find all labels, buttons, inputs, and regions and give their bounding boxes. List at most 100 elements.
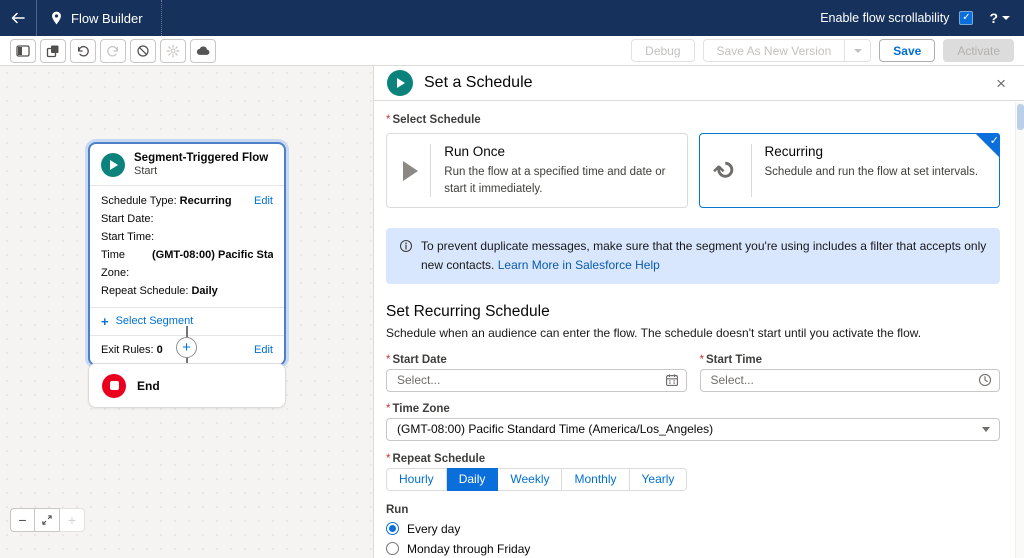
- close-icon[interactable]: ×: [992, 73, 1010, 94]
- start-time-field: *Start Time: [700, 354, 1001, 392]
- zoom-fit-button[interactable]: [35, 508, 60, 532]
- gear-icon: [166, 44, 180, 58]
- zoom-out-button[interactable]: −: [10, 508, 35, 532]
- recurring-description: Schedule and run the flow at set interva…: [765, 164, 979, 181]
- recurring-card[interactable]: ✓ ↻ Recurring Schedule and run the flow …: [699, 133, 1001, 208]
- time-zone-label: Time Zone:: [101, 246, 149, 282]
- edit-exit-rules-link[interactable]: Edit: [254, 342, 273, 358]
- save-button[interactable]: Save: [879, 39, 935, 62]
- time-zone-row: Time Zone: (GMT-08:00) Pacific Stan…: [101, 246, 273, 282]
- view-tests-button[interactable]: [190, 39, 216, 63]
- start-node-details: Schedule Type: Recurring Edit Start Date…: [90, 186, 284, 307]
- panel-toggle-icon: [16, 45, 30, 57]
- learn-more-link[interactable]: Learn More in Salesforce Help: [498, 258, 660, 272]
- ban-icon: [136, 44, 150, 58]
- back-button[interactable]: [0, 0, 36, 36]
- repeat-option-monthly[interactable]: Monthly: [562, 468, 629, 491]
- cloud-icon: [196, 45, 210, 56]
- repeat-option-daily[interactable]: Daily: [447, 468, 499, 491]
- panel-header: Set a Schedule ×: [374, 66, 1024, 101]
- scrollability-label: Enable flow scrollability: [820, 11, 949, 25]
- repeat-schedule-field: *Repeat Schedule Hourly Daily Weekly Mon…: [386, 453, 1000, 491]
- activate-button[interactable]: Activate: [943, 39, 1014, 62]
- flow-settings-button[interactable]: [160, 39, 186, 63]
- add-element-button[interactable]: +: [176, 337, 197, 358]
- recurring-icon: ↻: [712, 144, 752, 197]
- selected-check-icon: ✓: [975, 133, 1000, 158]
- start-date-field: *Start Date: [386, 354, 687, 392]
- play-icon: [397, 78, 405, 88]
- start-time-input[interactable]: [700, 369, 1001, 392]
- run-option-every-day[interactable]: Every day: [386, 522, 1000, 536]
- run-once-card[interactable]: Run Once Run the flow at a specified tim…: [386, 133, 688, 208]
- start-date-label: *Start Date: [386, 354, 687, 366]
- run-once-description: Run the flow at a specified time and dat…: [444, 164, 674, 197]
- start-node-header: Segment-Triggered Flow Start: [90, 144, 284, 186]
- scrollbar-thumb[interactable]: [1017, 104, 1024, 130]
- run-field: Run Every day Monday through Friday: [386, 504, 1000, 556]
- flow-builder-app: Flow Builder Enable flow scrollability ✓…: [0, 0, 1024, 558]
- app-context[interactable]: Flow Builder: [37, 0, 162, 36]
- copy-elements-button[interactable]: [40, 39, 66, 63]
- info-banner: To prevent duplicate messages, make sure…: [386, 228, 1000, 283]
- flow-canvas[interactable]: Segment-Triggered Flow Start Schedule Ty…: [0, 66, 373, 558]
- play-icon: [403, 161, 418, 181]
- toggle-panel-button[interactable]: [10, 39, 36, 63]
- calendar-icon[interactable]: [665, 373, 679, 387]
- required-asterisk: *: [386, 114, 390, 126]
- start-date-input[interactable]: [386, 369, 687, 392]
- save-as-new-version-button[interactable]: Save As New Version: [703, 39, 846, 62]
- clock-icon[interactable]: [978, 373, 992, 387]
- global-header: Flow Builder Enable flow scrollability ✓…: [0, 0, 1024, 36]
- schedule-type-label: Schedule Type:: [101, 192, 177, 210]
- end-node[interactable]: End: [88, 363, 286, 408]
- undo-button[interactable]: [70, 39, 96, 63]
- start-icon: [101, 153, 125, 177]
- select-segment-label: Select Segment: [116, 314, 194, 329]
- repeat-option-yearly[interactable]: Yearly: [630, 468, 688, 491]
- back-arrow-icon: [10, 10, 26, 26]
- exit-rules-value: 0: [157, 342, 163, 358]
- run-once-icon: [399, 144, 431, 197]
- repeat-schedule-label: *Repeat Schedule: [386, 453, 1000, 465]
- save-as-new-version-caret-button[interactable]: [845, 39, 871, 62]
- redo-button[interactable]: [100, 39, 126, 63]
- recurring-title: Recurring: [765, 144, 979, 159]
- end-node-label: End: [137, 379, 160, 393]
- panel-body: *Select Schedule Run Once Run the flow a…: [374, 101, 1024, 558]
- plus-icon: +: [68, 512, 76, 528]
- help-label: ?: [989, 10, 998, 26]
- time-zone-label: *Time Zone: [386, 403, 1000, 415]
- set-schedule-panel: Set a Schedule × *Select Schedule Run On…: [373, 66, 1024, 558]
- select-schedule-label: *Select Schedule: [386, 114, 1000, 126]
- debug-button[interactable]: Debug: [631, 39, 694, 62]
- main-area: Segment-Triggered Flow Start Schedule Ty…: [0, 66, 1024, 558]
- toolbar-actions: Debug Save As New Version Save Activate: [631, 39, 1014, 62]
- start-icon: [387, 70, 413, 96]
- run-once-title: Run Once: [444, 144, 674, 159]
- zoom-in-button[interactable]: +: [60, 508, 85, 532]
- panel-scrollbar[interactable]: [1015, 102, 1024, 558]
- time-zone-value: (GMT-08:00) Pacific Stan…: [152, 246, 273, 282]
- repeat-schedule-row: Repeat Schedule: Daily: [101, 282, 273, 300]
- copy-icon: [46, 44, 60, 58]
- repeat-schedule-group: Hourly Daily Weekly Monthly Yearly: [386, 468, 687, 491]
- end-icon: [102, 374, 126, 398]
- start-node-title: Segment-Triggered Flow: [134, 152, 268, 164]
- start-time-label: Start Time:: [101, 228, 154, 246]
- chevron-down-icon: [982, 427, 990, 432]
- app-title: Flow Builder: [71, 11, 143, 26]
- time-zone-value: (GMT-08:00) Pacific Standard Time (Ameri…: [397, 422, 713, 436]
- start-date-row: Start Date:: [101, 210, 273, 228]
- disable-elements-button[interactable]: [130, 39, 156, 63]
- start-time-row: Start Time:: [101, 228, 273, 246]
- time-zone-field: *Time Zone (GMT-08:00) Pacific Standard …: [386, 403, 1000, 441]
- repeat-option-hourly[interactable]: Hourly: [386, 468, 447, 491]
- redo-icon: [106, 44, 120, 58]
- time-zone-select[interactable]: (GMT-08:00) Pacific Standard Time (Ameri…: [386, 418, 1000, 441]
- scrollability-checkbox[interactable]: ✓: [959, 11, 973, 25]
- help-menu[interactable]: ?: [989, 10, 1010, 26]
- repeat-option-weekly[interactable]: Weekly: [498, 468, 562, 491]
- run-option-monday-friday[interactable]: Monday through Friday: [386, 542, 1000, 556]
- edit-schedule-link[interactable]: Edit: [254, 192, 273, 210]
